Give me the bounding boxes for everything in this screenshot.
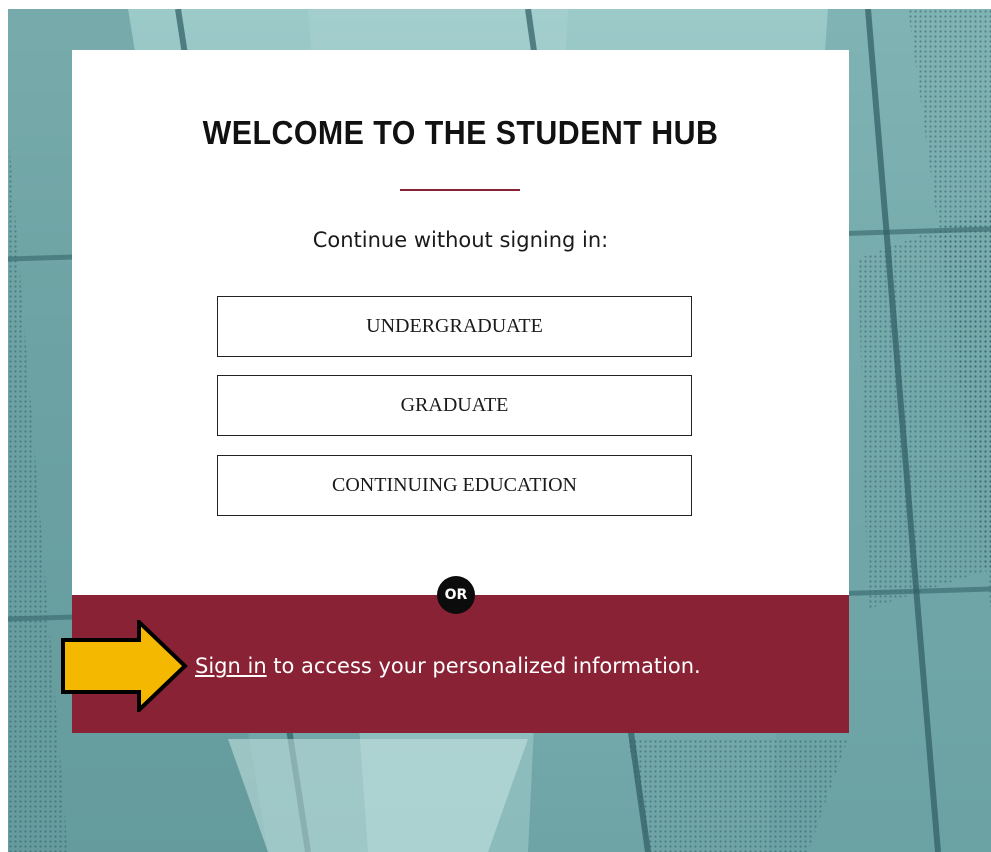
graduate-button[interactable]: GRADUATE <box>217 375 692 436</box>
title-divider <box>400 189 520 191</box>
arrow-right-icon <box>61 620 188 712</box>
graduate-button-label: GRADUATE <box>400 394 509 416</box>
or-label: OR <box>444 587 468 603</box>
sign-in-message: Sign in to access your personalized info… <box>195 654 701 678</box>
sign-in-description: to access your personalized information. <box>266 654 701 678</box>
undergraduate-button-label: UNDERGRADUATE <box>366 315 543 337</box>
continuing-education-button[interactable]: CONTINUING EDUCATION <box>217 455 692 516</box>
or-badge: OR <box>437 576 475 614</box>
undergraduate-button[interactable]: UNDERGRADUATE <box>217 296 692 357</box>
continue-prompt: Continue without signing in: <box>312 228 609 252</box>
sign-in-link[interactable]: Sign in <box>195 654 267 678</box>
card-top-section: WELCOME TO THE STUDENT HUB Continue with… <box>72 50 849 595</box>
continuing-education-button-label: CONTINUING EDUCATION <box>332 474 577 496</box>
page-title: WELCOME TO THE STUDENT HUB <box>202 114 719 151</box>
